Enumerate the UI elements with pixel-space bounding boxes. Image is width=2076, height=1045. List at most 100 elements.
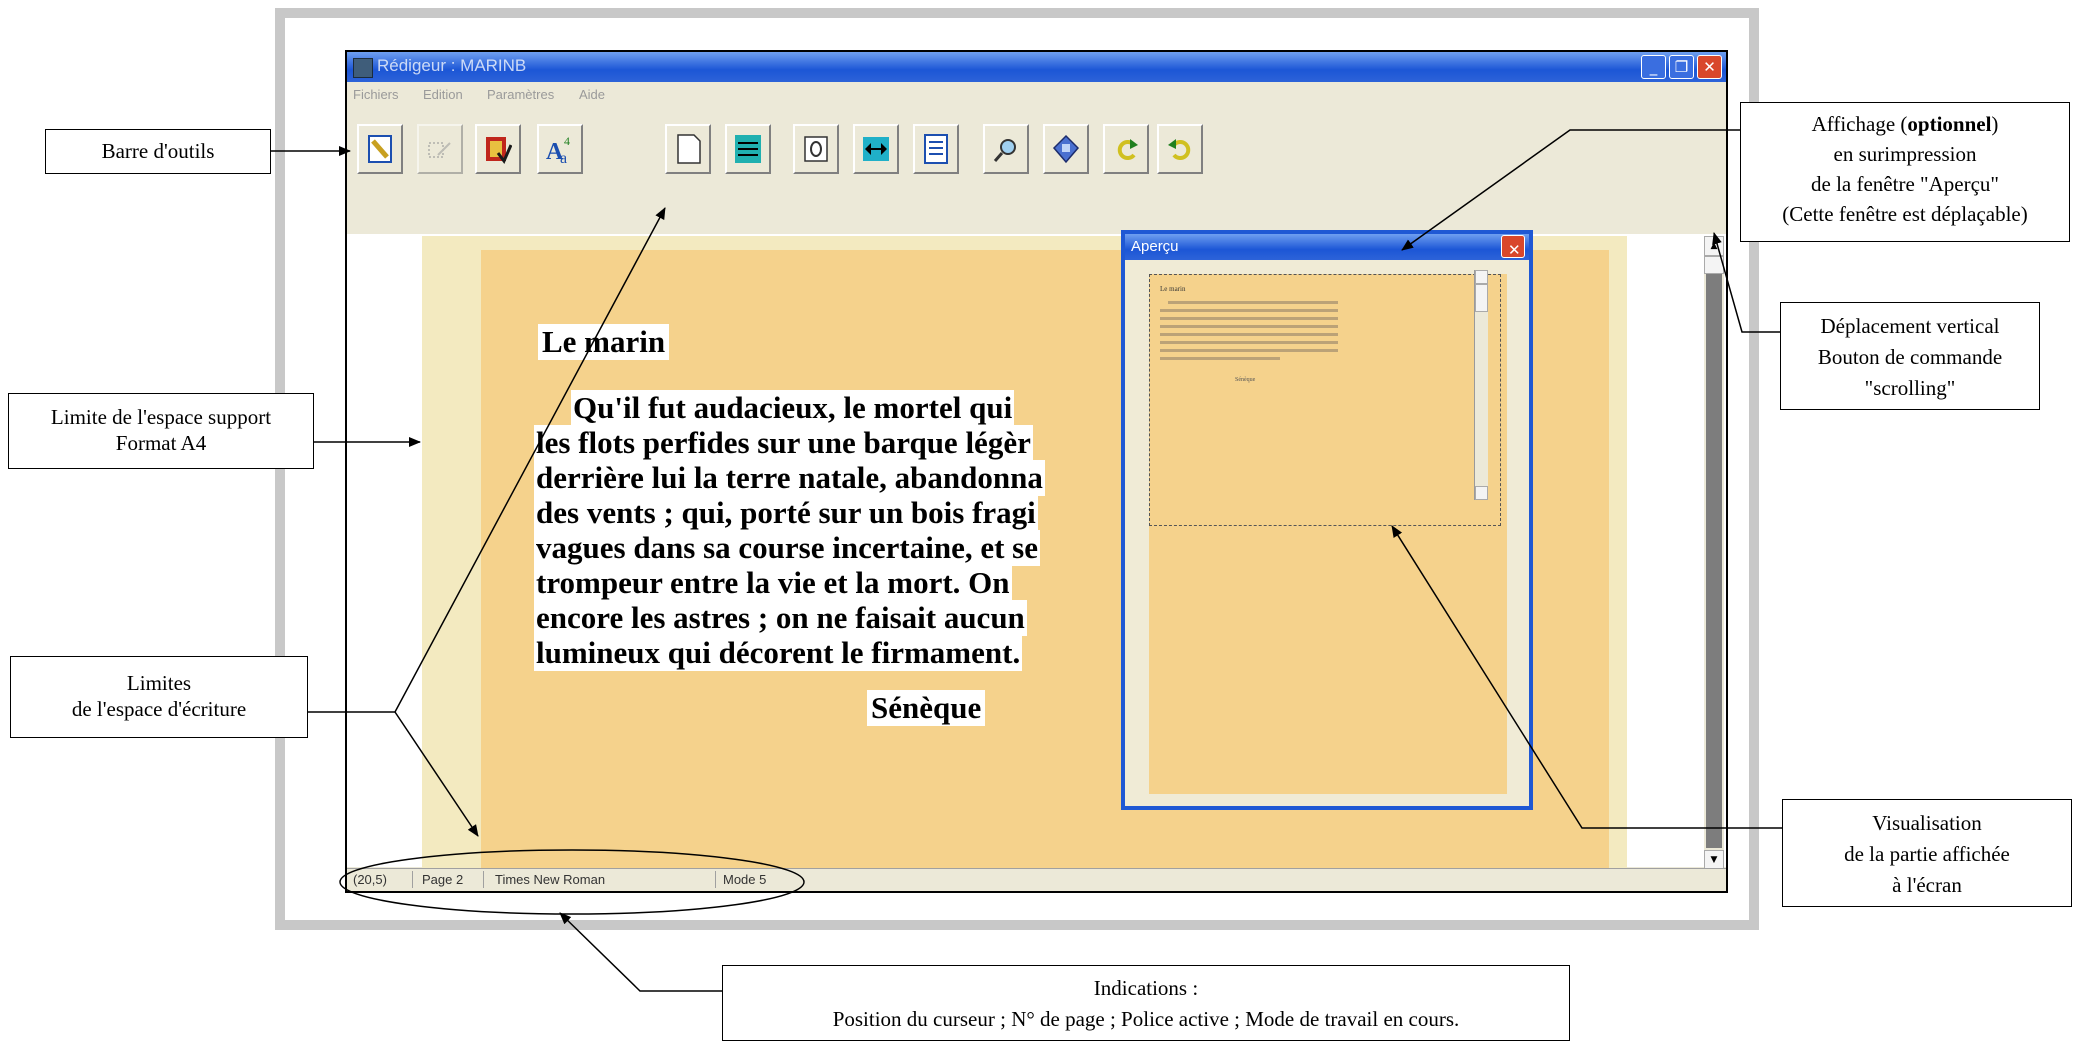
- preview-close-button[interactable]: ✕: [1501, 235, 1525, 259]
- dictionary-button[interactable]: [475, 124, 521, 174]
- callout-toolbar-text: Barre d'outils: [101, 139, 215, 163]
- callout-preview-post: ): [1991, 112, 1999, 136]
- menu-parametres[interactable]: Paramètres: [487, 87, 554, 102]
- document-line: les flots perfides sur une barque légèr: [534, 425, 1033, 461]
- redo-button[interactable]: [1157, 124, 1203, 174]
- preview-mini-line: [1160, 317, 1338, 320]
- close-button[interactable]: ✕: [1697, 55, 1722, 79]
- app-window: Rédigeur : MARINB _ ❐ ✕ Fichiers Edition…: [345, 50, 1728, 893]
- callout-preview-pre: Affichage (: [1811, 112, 1908, 136]
- status-separator: [483, 871, 484, 888]
- document-line: trompeur entre la vie et la mort. On: [534, 565, 1012, 601]
- callout-preview-line: de la fenêtre "Aperçu": [1811, 172, 1999, 196]
- document-line: encore les astres ; on ne faisait aucun: [534, 600, 1027, 636]
- preview-window[interactable]: Aperçu ✕ Le marin Sénèque: [1121, 230, 1533, 810]
- hand-icon: [804, 136, 828, 162]
- preview-mini-title: Le marin: [1160, 285, 1186, 293]
- hand-button[interactable]: [793, 124, 839, 174]
- new-page-button[interactable]: [665, 124, 711, 174]
- preview-mini-line: [1160, 333, 1338, 336]
- undo-button[interactable]: [1103, 124, 1149, 174]
- active-font: Times New Roman: [495, 872, 606, 887]
- scroll-track[interactable]: [1706, 274, 1722, 848]
- new-page-icon: [677, 134, 701, 164]
- callout-writing-line: de l'espace d'écriture: [71, 697, 247, 721]
- scroll-down-button[interactable]: ▼: [1704, 850, 1724, 870]
- magnifier-button[interactable]: [983, 124, 1029, 174]
- callout-scroll-line: "scrolling": [1864, 376, 1956, 400]
- callout-support-line: Format A4: [115, 431, 207, 455]
- preview-scroll-down[interactable]: [1475, 486, 1488, 500]
- callout-toolbar: Barre d'outils: [45, 129, 271, 174]
- preview-title: Aperçu: [1131, 238, 1179, 255]
- preview-mini-line: [1160, 325, 1338, 328]
- window-title: Rédigeur : MARINB: [377, 56, 527, 75]
- status-separator: [715, 871, 716, 888]
- menu-fichiers[interactable]: Fichiers: [353, 87, 399, 102]
- callout-writing-area: Limites de l'espace d'écriture: [10, 656, 308, 738]
- preview-scroll-thumb[interactable]: [1475, 284, 1488, 312]
- work-mode: Mode 5: [723, 872, 767, 887]
- magnifier-icon: [993, 139, 1016, 162]
- document-line: lumineux qui décorent le firmament.: [534, 635, 1023, 671]
- document-button[interactable]: [913, 124, 959, 174]
- scroll-up-button[interactable]: ▲: [1704, 236, 1724, 256]
- disabled-tool-icon: [428, 142, 451, 158]
- callout-preview-line: Affichage (optionnel): [1741, 109, 2069, 139]
- preview-scrollbar[interactable]: [1474, 270, 1488, 500]
- callout-preview-window: Affichage (optionnel) en surimpression d…: [1740, 102, 2070, 242]
- arrow-down-icon: ▼: [1710, 855, 1718, 865]
- width-button[interactable]: [853, 124, 899, 174]
- callout-visualisation-line: à l'écran: [1892, 873, 1962, 897]
- diskette-button[interactable]: [1043, 124, 1089, 174]
- callout-preview-line: (Cette fenêtre est déplaçable): [1782, 202, 2028, 226]
- preview-visible-area[interactable]: Le marin Sénèque: [1149, 274, 1501, 526]
- callout-support: Limite de l'espace support Format A4: [8, 393, 314, 469]
- preview-title-bar[interactable]: Aperçu ✕: [1125, 234, 1529, 260]
- callout-writing-line: Limites: [126, 671, 192, 695]
- close-icon: ✕: [1703, 58, 1716, 76]
- title-bar[interactable]: Rédigeur : MARINB _ ❐ ✕: [347, 52, 1726, 82]
- preview-mini-line: [1160, 357, 1280, 360]
- pencil-button[interactable]: [357, 124, 403, 174]
- menu-bar: Fichiers Edition Paramètres Aide: [347, 84, 1726, 106]
- disabled-tool-button[interactable]: [417, 124, 463, 174]
- menu-aide[interactable]: Aide: [579, 87, 605, 102]
- spacing-button[interactable]: [725, 124, 771, 174]
- callout-indications-line: Indications :: [1093, 976, 1199, 1000]
- document-line: des vents ; qui, porté sur un bois fragi: [534, 495, 1038, 531]
- callout-support-line: Limite de l'espace support: [50, 405, 272, 429]
- close-icon: ✕: [1508, 242, 1521, 259]
- callout-scroll-line: Bouton de commande: [1817, 345, 2003, 369]
- preview-mini-author: Sénèque: [1235, 377, 1256, 383]
- dictionary-icon: [486, 137, 512, 164]
- scroll-thumb[interactable]: [1704, 256, 1724, 274]
- cursor-position: (20,5): [353, 872, 387, 887]
- app-icon: [353, 58, 373, 78]
- callout-scrolling: Déplacement vertical Bouton de commande …: [1780, 302, 2040, 410]
- document-title: Le marin: [538, 324, 670, 360]
- page-number: Page 2: [422, 872, 464, 887]
- maximize-button[interactable]: ❐: [1669, 55, 1694, 79]
- document-line: vagues dans sa course incertaine, et se: [534, 530, 1040, 566]
- callout-indications: Indications : Position du curseur ; N° d…: [722, 965, 1570, 1041]
- callout-preview-line: en surimpression: [1833, 142, 1977, 166]
- vertical-scrollbar[interactable]: ▲ ▼: [1704, 236, 1724, 870]
- menu-edition[interactable]: Edition: [423, 87, 463, 102]
- preview-mini-line: [1160, 341, 1338, 344]
- callout-visualisation: Visualisation de la partie affichée à l'…: [1782, 799, 2072, 907]
- minimize-icon: _: [1649, 58, 1658, 76]
- callout-scroll-line: Déplacement vertical: [1820, 314, 2000, 338]
- redo-icon: [1168, 139, 1191, 160]
- preview-page: Le marin Sénèque: [1149, 274, 1507, 794]
- preview-scroll-up[interactable]: [1475, 270, 1488, 284]
- minimize-button[interactable]: _: [1641, 55, 1666, 79]
- callout-visualisation-line: Visualisation: [1872, 811, 1982, 835]
- document-line: Qu'il fut audacieux, le mortel qui: [571, 390, 1015, 426]
- font-button[interactable]: A a 4: [537, 124, 583, 174]
- spacing-icon: [735, 135, 761, 163]
- arrow-up-icon: ▲: [1710, 241, 1718, 251]
- restore-icon: ❐: [1674, 58, 1689, 76]
- svg-text:4: 4: [564, 134, 570, 148]
- font-icon: A a 4: [546, 134, 570, 165]
